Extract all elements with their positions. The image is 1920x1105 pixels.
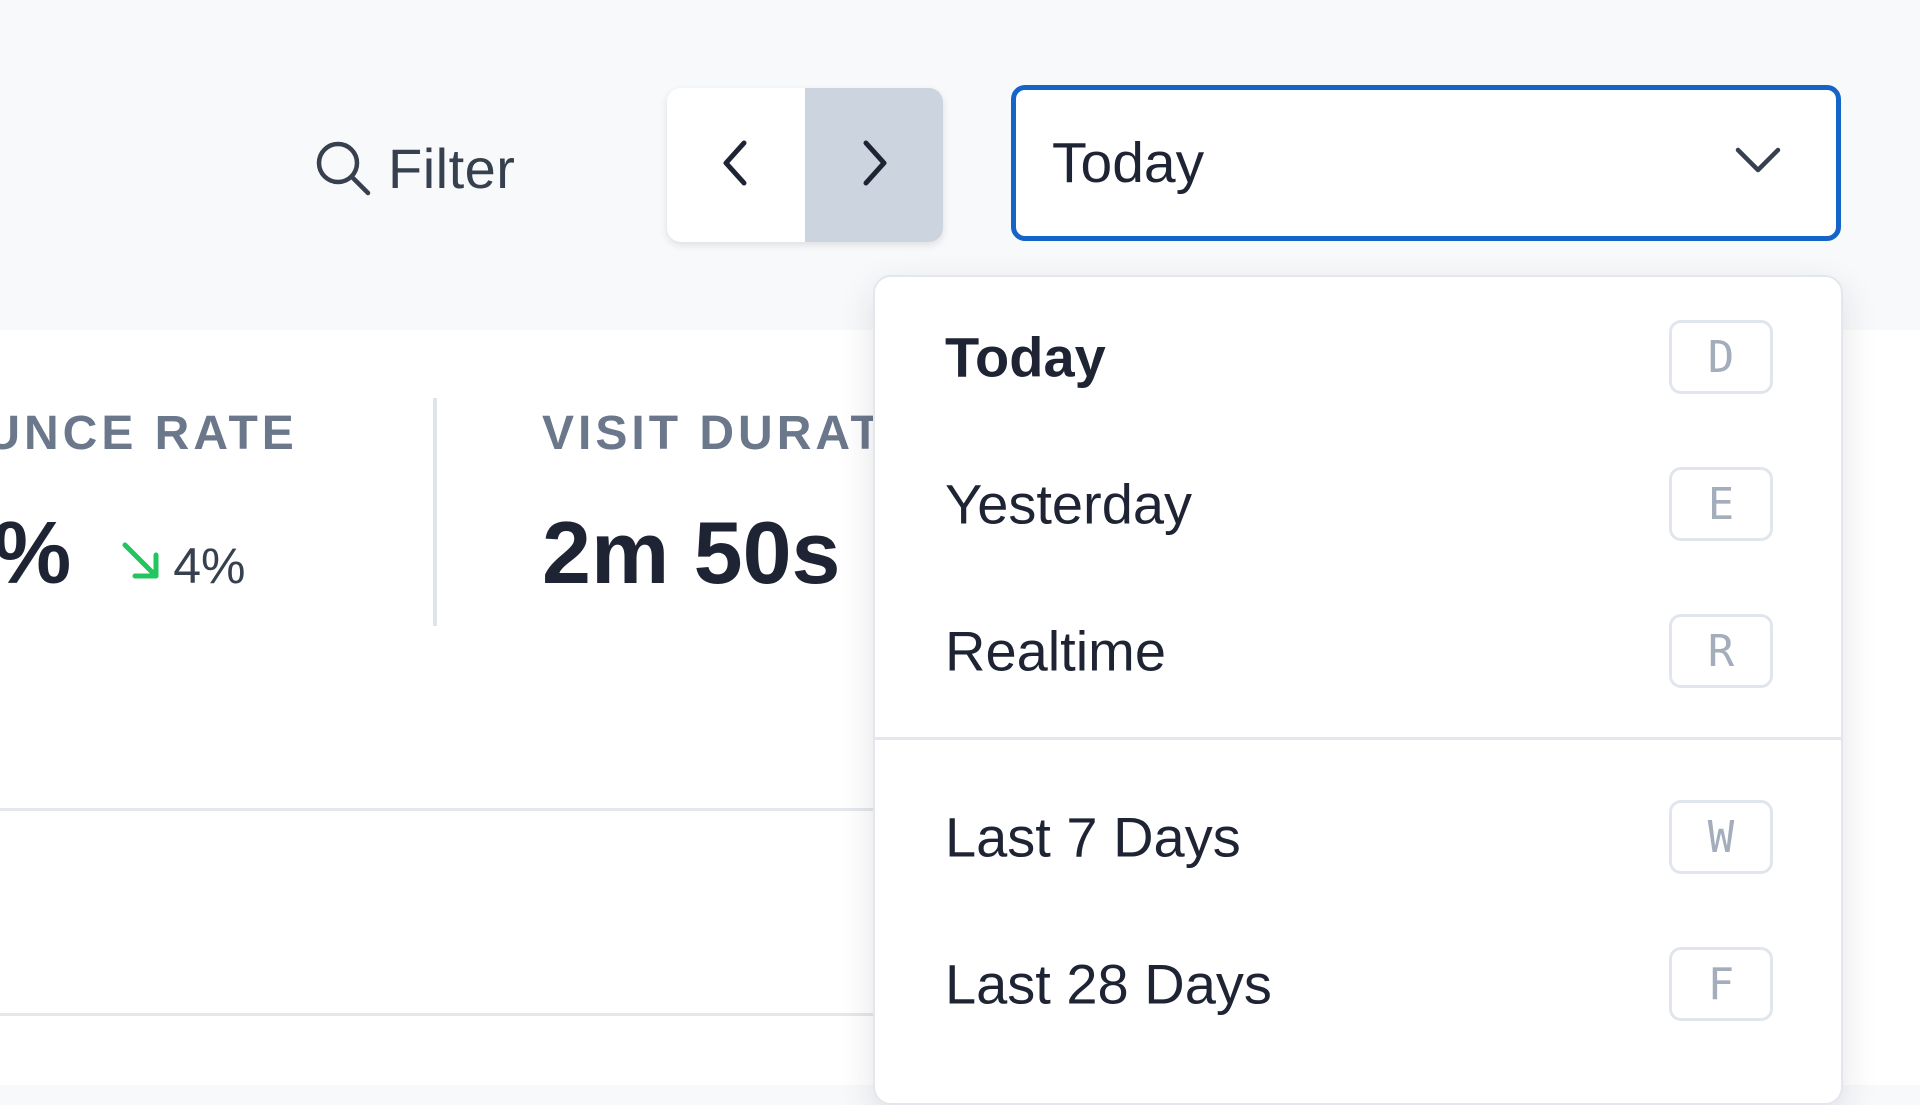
menu-item-last-28-days[interactable]: Last 28 Days F <box>875 924 1841 1044</box>
menu-item-today[interactable]: Today D <box>875 297 1841 417</box>
bounce-rate-change-value: 4% <box>173 538 246 594</box>
menu-divider <box>875 737 1841 740</box>
visit-duration-value: 2m 50s <box>542 503 841 602</box>
bounce-rate-value: 2% <box>0 503 72 602</box>
shortcut-key: W <box>1669 800 1773 874</box>
menu-item-label: Realtime <box>945 619 1166 683</box>
menu-item-label: Yesterday <box>945 472 1192 536</box>
menu-item-last-7-days[interactable]: Last 7 Days W <box>875 777 1841 897</box>
period-dropdown-menu: Today D Yesterday E Realtime R Last 7 Da… <box>873 275 1843 1105</box>
previous-period-button[interactable] <box>667 88 805 242</box>
shortcut-key: R <box>1669 614 1773 688</box>
chevron-right-icon <box>854 137 894 194</box>
menu-item-label: Today <box>945 325 1106 389</box>
menu-item-label: Last 28 Days <box>945 952 1272 1016</box>
menu-item-realtime[interactable]: Realtime R <box>875 591 1841 711</box>
next-period-button[interactable] <box>805 88 943 242</box>
visit-duration-label: VISIT DURAT <box>542 407 884 460</box>
menu-item-label: Last 7 Days <box>945 805 1241 869</box>
search-icon <box>312 137 374 199</box>
bounce-rate-label: OUNCE RATE <box>0 407 298 460</box>
chart-gridline <box>0 1013 1000 1016</box>
period-pager <box>667 88 943 242</box>
arrow-down-right-icon <box>119 537 163 595</box>
chevron-left-icon <box>716 137 756 194</box>
period-select-value: Today <box>1052 131 1205 195</box>
menu-item-yesterday[interactable]: Yesterday E <box>875 444 1841 564</box>
chart-top-divider <box>0 808 1000 811</box>
bounce-rate-change: 4% <box>119 537 245 595</box>
period-select[interactable]: Today <box>1011 85 1841 241</box>
filter-label: Filter <box>388 136 516 200</box>
shortcut-key: F <box>1669 947 1773 1021</box>
bounce-rate-stat[interactable]: OUNCE RATE 2% 4% <box>0 406 298 602</box>
shortcut-key: D <box>1669 320 1773 394</box>
chevron-down-icon <box>1734 146 1782 181</box>
filter-button[interactable]: Filter <box>312 128 515 208</box>
visit-duration-stat[interactable]: VISIT DURAT 2m 50s <box>542 406 884 602</box>
shortcut-key: E <box>1669 467 1773 541</box>
stat-divider <box>433 398 437 626</box>
